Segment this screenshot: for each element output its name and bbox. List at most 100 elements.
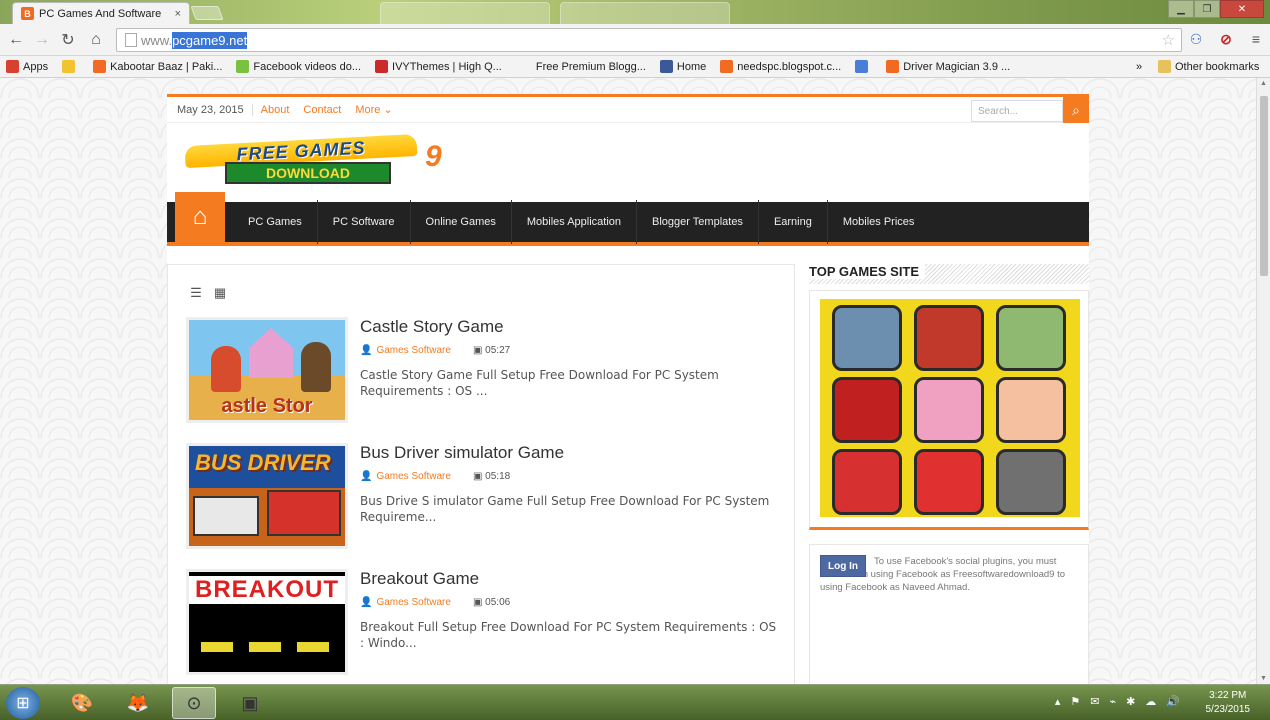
- tray-flag-icon[interactable]: ⚑: [1070, 695, 1080, 708]
- extension-icon[interactable]: ⊘: [1216, 29, 1236, 49]
- bookmark-item[interactable]: needspc.blogspot.c...: [720, 60, 841, 73]
- author-icon: 👤: [360, 597, 373, 608]
- post-category-link[interactable]: Games Software: [376, 597, 450, 608]
- nav-mobiles-application[interactable]: Mobiles Application: [512, 200, 638, 244]
- game-icon-gta-iii[interactable]: [996, 449, 1066, 515]
- browser-tab-active[interactable]: B PC Games And Software ×: [12, 2, 190, 24]
- post-thumbnail[interactable]: BREAKOUT: [186, 569, 348, 675]
- post-time: ▣ 05:18: [473, 471, 510, 482]
- system-clock[interactable]: 3:22 PM 5/23/2015: [1206, 689, 1251, 717]
- bookmark-item[interactable]: Free Premium Blogg...: [536, 61, 646, 73]
- about-link[interactable]: About: [261, 104, 290, 116]
- home-nav-icon[interactable]: ⌂: [175, 192, 225, 242]
- more-dropdown[interactable]: More ⌄: [355, 103, 392, 116]
- paint-app-icon[interactable]: 🎨: [60, 687, 104, 719]
- page-scrollbar[interactable]: ▲ ▼: [1256, 78, 1270, 684]
- grid-view-icon[interactable]: ▦: [212, 285, 228, 301]
- bookmark-item[interactable]: [855, 60, 872, 73]
- game-icon-spider-man[interactable]: [832, 377, 902, 443]
- video-app-icon[interactable]: ▣: [228, 687, 272, 719]
- bookmark-item[interactable]: [62, 60, 79, 73]
- bookmark-item[interactable]: Kabootar Baaz | Paki...: [93, 60, 222, 73]
- game-icon-barbie[interactable]: [996, 377, 1066, 443]
- site-logo[interactable]: FREE GAMES DOWNLOAD 9: [179, 133, 459, 196]
- list-view-icon[interactable]: ☰: [188, 285, 204, 301]
- brick-shape: [297, 642, 329, 652]
- tab-close-icon[interactable]: ×: [175, 8, 181, 20]
- nav-earning[interactable]: Earning: [759, 200, 828, 244]
- profile-icon[interactable]: ⚇: [1186, 29, 1206, 49]
- contact-link[interactable]: Contact: [303, 104, 341, 116]
- game-icon-cars-2[interactable]: [914, 449, 984, 515]
- system-tray: ▴ ⚑ ✉ ⌁ ✱ ☁ 🔊: [1045, 695, 1180, 708]
- nav-blogger-templates[interactable]: Blogger Templates: [637, 200, 759, 244]
- bluetooth-icon[interactable]: ✱: [1126, 695, 1135, 708]
- post-title[interactable]: Bus Driver simulator Game: [360, 443, 564, 463]
- nav-pc-games[interactable]: PC Games: [233, 200, 318, 244]
- post-title[interactable]: Breakout Game: [360, 569, 479, 589]
- post-time-value: 05:27: [485, 345, 511, 356]
- game-icon-gta-san-andreas[interactable]: [832, 305, 902, 371]
- calendar-icon: ▣: [472, 597, 483, 608]
- page-icon: [125, 33, 137, 47]
- nav-pc-software[interactable]: PC Software: [318, 200, 411, 244]
- volume-icon[interactable]: 🔊: [1166, 695, 1180, 708]
- post-meta: 👤 Games Software ▣ 05:06: [360, 597, 510, 608]
- bookmark-favicon-icon: [236, 60, 250, 73]
- games-grid: [820, 299, 1080, 517]
- minimize-button[interactable]: ▁: [1168, 0, 1194, 18]
- bookmarks-overflow-chevron-icon[interactable]: »: [1136, 61, 1142, 73]
- search-icon[interactable]: ⌕: [1063, 97, 1089, 123]
- bookmark-item[interactable]: Driver Magician 3.9 ...: [886, 60, 1010, 73]
- character-figure: [211, 346, 241, 392]
- game-icon-plants-vs-zombies[interactable]: [996, 305, 1066, 371]
- top-games-widget: [809, 290, 1089, 530]
- bookmark-star-icon[interactable]: ☆: [1162, 31, 1175, 49]
- back-arrow-icon[interactable]: ←: [6, 30, 26, 50]
- home-icon[interactable]: ⌂: [86, 30, 106, 50]
- maximize-button[interactable]: ❐: [1194, 0, 1220, 18]
- post-thumbnail[interactable]: BUS DRIVER: [186, 443, 348, 549]
- sidebar: TOP GAMES SITE To use Facebook's social …: [809, 264, 1089, 684]
- brick-shape: [249, 642, 281, 652]
- scroll-down-arrow-icon[interactable]: ▼: [1260, 675, 1267, 682]
- clock-date: 5/23/2015: [1205, 704, 1251, 715]
- other-bookmarks-folder[interactable]: Other bookmarks: [1158, 60, 1259, 73]
- game-icon-angry-birds[interactable]: [832, 449, 902, 515]
- bookmark-item[interactable]: IVYThemes | High Q...: [375, 60, 502, 73]
- author-icon: 👤: [360, 471, 373, 482]
- game-icon-cars[interactable]: [914, 305, 984, 371]
- url-selected-text: pcgame9.net: [172, 31, 248, 49]
- forward-arrow-icon[interactable]: →: [32, 30, 52, 50]
- post-title[interactable]: Castle Story Game: [360, 317, 504, 337]
- menu-hamburger-icon[interactable]: ≡: [1246, 29, 1266, 49]
- post-category-link[interactable]: Games Software: [376, 471, 450, 482]
- blogger-favicon-icon: B: [21, 7, 34, 20]
- bookmark-item[interactable]: Apps: [6, 60, 48, 73]
- background-tab-ghost: [560, 2, 730, 24]
- bookmark-item[interactable]: Facebook videos do...: [236, 60, 361, 73]
- nav-mobiles-prices[interactable]: Mobiles Prices: [828, 200, 930, 244]
- post-category-link[interactable]: Games Software: [376, 345, 450, 356]
- tray-cloud-icon[interactable]: ☁: [1145, 695, 1156, 708]
- game-icon-dora[interactable]: [914, 377, 984, 443]
- scroll-thumb[interactable]: [1260, 96, 1268, 276]
- chrome-app-icon[interactable]: ⊙: [172, 687, 216, 719]
- nav-online-games[interactable]: Online Games: [411, 200, 512, 244]
- bookmark-item[interactable]: Home: [659, 60, 706, 73]
- site-search-input[interactable]: Search...: [971, 100, 1063, 122]
- tray-mail-icon[interactable]: ✉: [1090, 695, 1099, 708]
- post-meta: 👤 Games Software ▣ 05:27: [360, 345, 510, 356]
- scroll-up-arrow-icon[interactable]: ▲: [1260, 80, 1267, 87]
- reload-icon[interactable]: ↻: [58, 30, 78, 50]
- close-window-button[interactable]: ✕: [1220, 0, 1264, 18]
- address-bar[interactable]: www. pcgame9.net ☆: [116, 28, 1182, 52]
- start-button[interactable]: ⊞: [6, 687, 40, 719]
- post-thumbnail[interactable]: astle Stor: [186, 317, 348, 423]
- new-tab-button[interactable]: [190, 6, 224, 20]
- post-time-value: 05:06: [485, 597, 511, 608]
- firefox-app-icon[interactable]: 🦊: [116, 687, 160, 719]
- tray-expand-icon[interactable]: ▴: [1055, 695, 1061, 708]
- facebook-login-button[interactable]: Log In: [820, 555, 866, 577]
- tray-network-icon[interactable]: ⌁: [1109, 695, 1116, 708]
